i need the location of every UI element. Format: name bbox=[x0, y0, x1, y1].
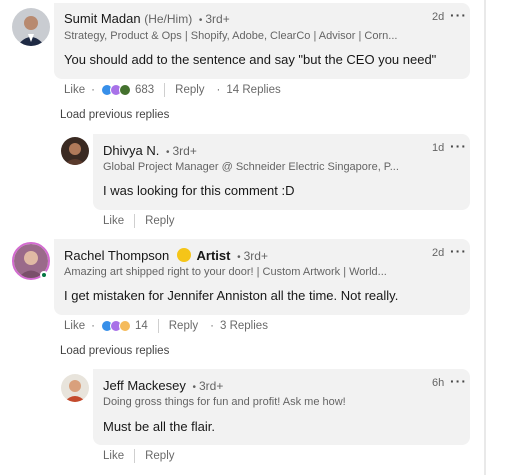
like-button[interactable]: Like bbox=[64, 320, 85, 332]
author-pronouns: (He/Him) bbox=[144, 12, 193, 26]
like-button[interactable]: Like bbox=[103, 215, 124, 227]
connection-degree: 3rd+ bbox=[199, 379, 224, 393]
like-button[interactable]: Like bbox=[64, 84, 85, 96]
reply-author-line: Jeff Mackesey • 3rd+ bbox=[103, 378, 224, 393]
author-name[interactable]: Dhivya N. bbox=[103, 143, 159, 158]
reply-button[interactable]: Reply bbox=[169, 320, 198, 332]
comment-time: 2d bbox=[432, 11, 445, 23]
comment-actions: Like · 683 Reply · 14 Replies bbox=[64, 83, 281, 97]
avatar[interactable] bbox=[61, 374, 89, 402]
reply-author-line: Dhivya N. • 3rd+ bbox=[103, 143, 197, 158]
comment-actions: Like · 14 Reply · 3 Replies bbox=[64, 319, 268, 333]
comment-text: Must be all the flair. bbox=[103, 419, 215, 434]
avatar[interactable] bbox=[12, 8, 50, 46]
comment-time: 2d bbox=[432, 247, 445, 259]
more-options-icon[interactable]: ··· bbox=[450, 139, 467, 153]
comment-author-line: Sumit Madan (He/Him) • 3rd+ bbox=[64, 11, 230, 26]
reply-actions: Like Reply bbox=[103, 448, 175, 464]
artist-badge-label: Artist bbox=[196, 248, 231, 263]
author-headline: Global Project Manager @ Schneider Elect… bbox=[103, 161, 399, 173]
author-headline: Amazing art shipped right to your door! … bbox=[64, 266, 387, 278]
load-previous-replies-link[interactable]: Load previous replies bbox=[60, 345, 169, 357]
connection-degree: 3rd+ bbox=[205, 12, 230, 26]
reply-button[interactable]: Reply bbox=[145, 450, 174, 462]
connection-degree: 3rd+ bbox=[243, 249, 268, 263]
reply-actions: Like Reply bbox=[103, 213, 175, 229]
reaction-summary[interactable] bbox=[100, 320, 131, 332]
avatar[interactable] bbox=[61, 137, 89, 165]
more-options-icon[interactable]: ··· bbox=[450, 374, 467, 388]
replies-count-link[interactable]: 3 Replies bbox=[220, 320, 268, 332]
like-button[interactable]: Like bbox=[103, 450, 124, 462]
reaction-count[interactable]: 683 bbox=[135, 84, 154, 96]
artist-badge-icon bbox=[176, 248, 191, 262]
comment-time: 6h bbox=[432, 377, 445, 389]
reply-button[interactable]: Reply bbox=[145, 215, 174, 227]
more-options-icon[interactable]: ··· bbox=[450, 244, 467, 258]
connection-degree: 3rd+ bbox=[172, 144, 197, 158]
comment-text: I get mistaken for Jennifer Anniston all… bbox=[64, 288, 399, 303]
online-status-indicator bbox=[40, 271, 48, 279]
reply-button[interactable]: Reply bbox=[175, 84, 204, 96]
author-name[interactable]: Sumit Madan bbox=[64, 11, 141, 26]
more-options-icon[interactable]: ··· bbox=[450, 8, 467, 22]
insightful-reaction-icon bbox=[118, 320, 131, 332]
load-previous-replies-link[interactable]: Load previous replies bbox=[60, 109, 169, 121]
comment-time: 1d bbox=[432, 142, 445, 154]
comment-text: I was looking for this comment :D bbox=[103, 183, 295, 198]
author-headline: Doing gross things for fun and profit! A… bbox=[103, 396, 346, 408]
celebrate-reaction-icon bbox=[118, 84, 131, 96]
comment-text: You should add to the sentence and say "… bbox=[64, 52, 437, 67]
replies-count-link[interactable]: 14 Replies bbox=[226, 84, 280, 96]
reaction-summary[interactable] bbox=[100, 84, 131, 96]
comment-author-line: Rachel Thompson Artist • 3rd+ bbox=[64, 248, 268, 263]
author-headline: Strategy, Product & Ops | Shopify, Adobe… bbox=[64, 30, 398, 42]
author-name[interactable]: Jeff Mackesey bbox=[103, 378, 186, 393]
panel-divider bbox=[484, 0, 486, 475]
reaction-count[interactable]: 14 bbox=[135, 320, 148, 332]
author-name[interactable]: Rachel Thompson bbox=[64, 248, 169, 263]
